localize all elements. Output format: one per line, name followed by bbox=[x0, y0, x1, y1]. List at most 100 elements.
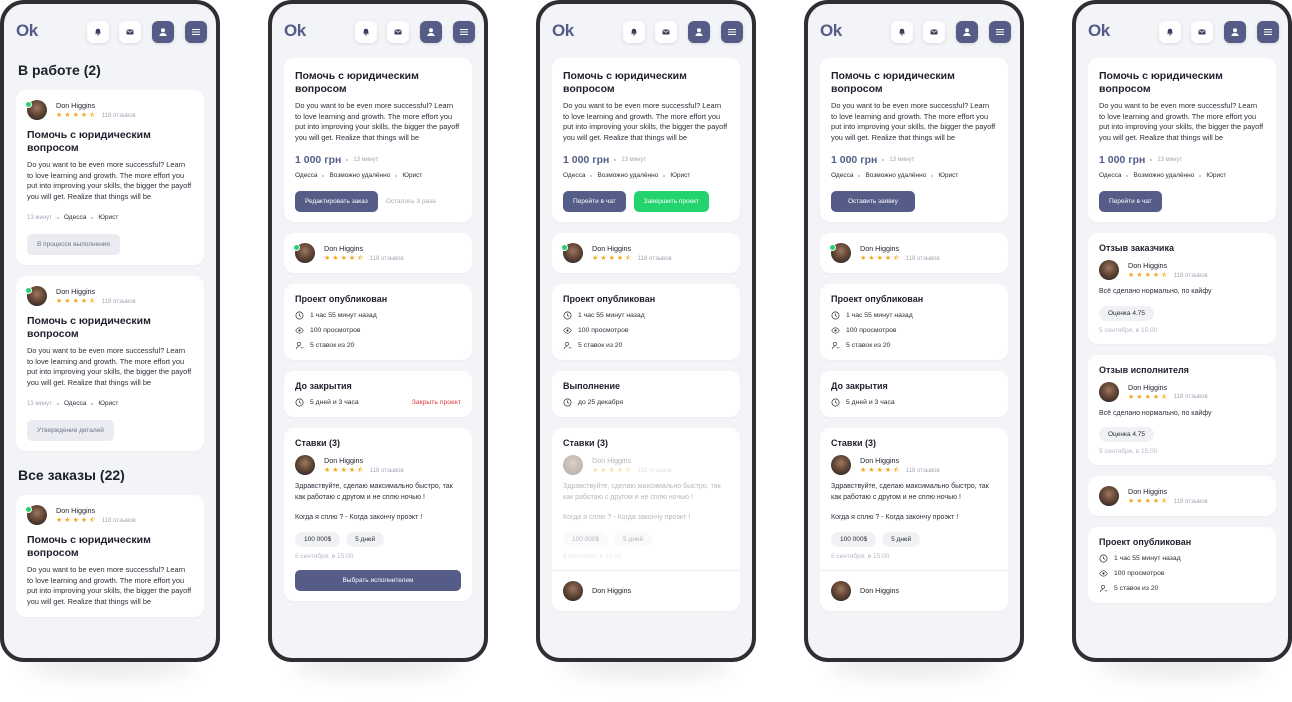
order-city: Одесса bbox=[295, 172, 318, 179]
bell-button[interactable] bbox=[355, 21, 377, 43]
review-score: Оценка 4.75 bbox=[1099, 427, 1154, 442]
mail-button[interactable] bbox=[655, 21, 677, 43]
top-bar: Ok bbox=[808, 4, 1020, 58]
eye-icon bbox=[831, 327, 840, 334]
bidder-summary[interactable]: Don Higgins bbox=[563, 580, 729, 601]
top-bar: Ok bbox=[4, 4, 216, 58]
reviewer-summary[interactable]: Don Higgins ★ ★ ★ ★ ⯪ 118 отзывов bbox=[1099, 381, 1265, 402]
app-logo[interactable]: Ok bbox=[1088, 21, 1110, 41]
star-icon: ★ bbox=[884, 255, 892, 262]
closing-title: До закрытия bbox=[295, 381, 352, 391]
bidder-summary[interactable]: Don Higgins ★ ★ ★ ★ ⯪ 118 отзывов bbox=[563, 455, 729, 475]
all-orders-title: Все заказы (22) bbox=[18, 467, 125, 483]
status-badge[interactable]: В процессе выполнения bbox=[27, 234, 120, 255]
customer-card[interactable]: Don Higgins ★ ★ ★ ★ ⯪ 118 отзывов bbox=[820, 233, 1008, 273]
edit-order-button[interactable]: Редактировать заказ bbox=[295, 191, 378, 212]
customer-card[interactable]: Don Higgins ★ ★ ★ ★ ⯪ 118 отзывов bbox=[1088, 476, 1276, 516]
mail-button[interactable] bbox=[923, 21, 945, 43]
bid-amount: 100 000$ bbox=[831, 531, 877, 547]
user-summary[interactable]: Don Higgins ★ ★ ★ ★ ⯪ 118 отзывов bbox=[1099, 486, 1265, 506]
user-name: Don Higgins bbox=[56, 101, 96, 110]
order-remote: Возможно удалённо bbox=[329, 172, 391, 179]
bell-button[interactable] bbox=[623, 21, 645, 43]
user-summary[interactable]: Don Higgins ★ ★ ★ ★ ⯪ 118 отзывов bbox=[293, 243, 461, 263]
menu-button[interactable] bbox=[185, 21, 207, 43]
reviews-count: 118 отзывов bbox=[905, 467, 940, 474]
bid-text: Здравствуйте, сделаю максимально быстро,… bbox=[831, 483, 989, 501]
online-badge bbox=[293, 244, 300, 251]
avatar bbox=[563, 580, 583, 601]
user-summary[interactable]: Don Higgins ★ ★ ★ ★ ⯪ 118 отзывов bbox=[561, 243, 729, 263]
order-card[interactable]: Don Higgins ★ ★ ★ ★ ⯪ 118 отзывов Помочь с юр… bbox=[16, 276, 204, 451]
rating-stars: ★ ★ ★ ★ ⯪ 118 отзывов bbox=[56, 517, 136, 524]
customer-card[interactable]: Don Higgins ★ ★ ★ ★ ⯪ 118 отзывов bbox=[552, 233, 740, 273]
close-project-link[interactable]: Закрыть проект bbox=[412, 399, 461, 406]
profile-button[interactable] bbox=[688, 21, 710, 43]
star-icon: ★ bbox=[56, 112, 63, 119]
star-icon: ★ bbox=[608, 467, 615, 474]
bidder-summary[interactable]: Don Higgins ★ ★ ★ ★ ⯪ 118 отзывов bbox=[831, 455, 997, 475]
bids-title: Ставки (3) bbox=[295, 438, 340, 448]
online-badge bbox=[25, 287, 32, 294]
user-bid-icon bbox=[1099, 584, 1108, 593]
status-badge[interactable]: Утверждение деталей bbox=[27, 420, 114, 441]
user-summary[interactable]: Don Higgins ★ ★ ★ ★ ⯪ 118 отзывов bbox=[25, 286, 193, 306]
customer-card[interactable]: Don Higgins ★ ★ ★ ★ ⯪ 118 отзывов bbox=[284, 233, 472, 273]
star-icon: ★ bbox=[80, 517, 88, 524]
menu-icon bbox=[996, 29, 1004, 35]
mail-icon bbox=[1198, 29, 1206, 35]
review-score: Оценка 4.75 bbox=[1099, 305, 1154, 321]
half-star-icon: ⯪ bbox=[357, 255, 364, 262]
user-name: Don Higgins bbox=[56, 287, 96, 296]
star-icon: ★ bbox=[64, 298, 71, 305]
bids-title: Ставки (3) bbox=[831, 438, 876, 448]
profile-button[interactable] bbox=[152, 21, 174, 43]
menu-button[interactable] bbox=[721, 21, 743, 43]
order-card[interactable]: Don Higgins ★ ★ ★ ★ ⯪ 118 отзывов Помочь с юр… bbox=[16, 495, 204, 617]
user-summary[interactable]: Don Higgins ★ ★ ★ ★ ⯪ 118 отзывов bbox=[25, 100, 193, 120]
reviews-count: 118 отзывов bbox=[905, 255, 940, 262]
go-to-chat-button[interactable]: Перейти в чат bbox=[563, 191, 626, 212]
order-card[interactable]: Don Higgins ★ ★ ★ ★ ⯪ 118 отзывов Помочь с юр… bbox=[16, 90, 204, 265]
order-time: 13 минут bbox=[353, 157, 379, 163]
star-icon: ★ bbox=[340, 255, 347, 262]
menu-button[interactable] bbox=[1257, 21, 1279, 43]
app-logo[interactable]: Ok bbox=[552, 21, 574, 41]
half-star-icon: ⯪ bbox=[89, 112, 96, 119]
menu-button[interactable] bbox=[453, 21, 475, 43]
leave-request-button[interactable]: Оставить заявку bbox=[831, 191, 915, 212]
order-detail-card: Помочь с юридическим вопросом Do you wan… bbox=[552, 58, 740, 222]
order-description: Do you want to be even more successful? … bbox=[27, 160, 192, 201]
phone-orders-list: Ok В работе (2) Don Higgins ★ ★ ★ ★ ⯪ 118 отз… bbox=[0, 0, 220, 662]
app-logo[interactable]: Ok bbox=[284, 21, 306, 41]
app-logo[interactable]: Ok bbox=[820, 21, 842, 41]
bell-button[interactable] bbox=[891, 21, 913, 43]
menu-button[interactable] bbox=[989, 21, 1011, 43]
bell-button[interactable] bbox=[1159, 21, 1181, 43]
avatar bbox=[1099, 486, 1119, 506]
mail-button[interactable] bbox=[387, 21, 409, 43]
profile-button[interactable] bbox=[956, 21, 978, 43]
user-icon bbox=[427, 28, 435, 36]
time-left: 5 дней и 3 часа bbox=[846, 399, 895, 406]
user-name: Don Higgins bbox=[1128, 382, 1168, 392]
user-summary[interactable]: Don Higgins ★ ★ ★ ★ ⯪ 118 отзывов bbox=[25, 505, 193, 525]
star-icon: ★ bbox=[876, 467, 883, 474]
star-icon: ★ bbox=[592, 255, 599, 262]
choose-executor-button[interactable]: Выбрать исполнителем bbox=[295, 569, 461, 591]
go-to-chat-button[interactable]: Перейти в чат bbox=[1099, 191, 1162, 212]
mail-button[interactable] bbox=[119, 21, 141, 43]
half-star-icon: ⯪ bbox=[893, 467, 900, 474]
finish-project-button[interactable]: Завершить проект bbox=[633, 191, 710, 212]
bell-button[interactable] bbox=[87, 21, 109, 43]
bidder-summary[interactable]: Don Higgins bbox=[831, 580, 997, 601]
reviewer-summary[interactable]: Don Higgins ★ ★ ★ ★ ⯪ 118 отзывов bbox=[1099, 260, 1265, 280]
profile-button[interactable] bbox=[1224, 21, 1246, 43]
app-logo[interactable]: Ok bbox=[16, 21, 38, 41]
star-icon: ★ bbox=[1136, 498, 1143, 505]
profile-button[interactable] bbox=[420, 21, 442, 43]
mail-button[interactable] bbox=[1191, 21, 1213, 43]
star-icon: ★ bbox=[1128, 393, 1135, 401]
user-summary[interactable]: Don Higgins ★ ★ ★ ★ ⯪ 118 отзывов bbox=[829, 243, 997, 263]
bidder-summary[interactable]: Don Higgins ★ ★ ★ ★ ⯪ 118 отзывов bbox=[295, 455, 461, 475]
